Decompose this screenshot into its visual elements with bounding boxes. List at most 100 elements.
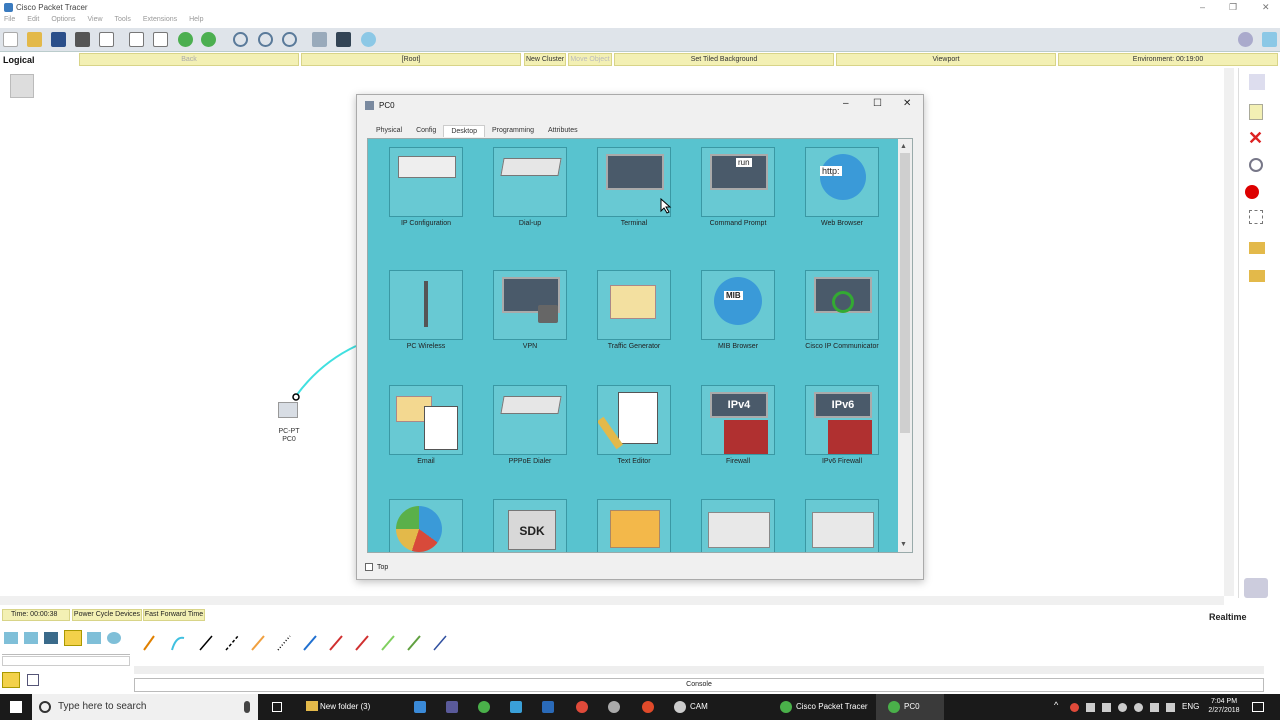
- packet-tracer-taskbar-icon[interactable]: [780, 701, 792, 713]
- menu-file[interactable]: File: [4, 16, 15, 28]
- tab-attributes[interactable]: Attributes: [541, 125, 585, 137]
- tab-physical[interactable]: Physical: [369, 125, 409, 137]
- viewport-button[interactable]: Viewport: [836, 53, 1056, 66]
- open-folder-icon[interactable]: [27, 32, 42, 47]
- inspect-icon[interactable]: [1249, 158, 1263, 172]
- menu-help[interactable]: Help: [189, 16, 203, 28]
- app-cisco-ip-communicator[interactable]: Cisco IP Communicator: [790, 270, 894, 351]
- menu-view[interactable]: View: [87, 16, 102, 28]
- menu-extensions[interactable]: Extensions: [143, 16, 177, 28]
- app-icon-1[interactable]: [414, 701, 426, 713]
- tray-icon-3[interactable]: [1102, 703, 1111, 712]
- new-file-icon[interactable]: [3, 32, 18, 47]
- app-file-manager[interactable]: [582, 499, 686, 552]
- tab-config[interactable]: Config: [409, 125, 443, 137]
- network-icon[interactable]: [1134, 703, 1143, 712]
- app-icon-4[interactable]: [510, 701, 522, 713]
- volume-icon[interactable]: [1150, 703, 1159, 712]
- taskbar-app-new-folder[interactable]: New folder (3): [320, 694, 370, 720]
- app-netflow[interactable]: [374, 499, 478, 552]
- zoom-in-icon[interactable]: [233, 32, 248, 47]
- set-tiled-background-button[interactable]: Set Tiled Background: [614, 53, 834, 66]
- app-command-prompt[interactable]: run Command Prompt: [686, 147, 790, 228]
- minimize-icon[interactable]: –: [1200, 2, 1205, 12]
- tab-programming[interactable]: Programming: [485, 125, 541, 137]
- app-traffic-generator[interactable]: Traffic Generator: [582, 270, 686, 351]
- misc-devices-icon[interactable]: [87, 632, 101, 644]
- tray-icon-4[interactable]: [1118, 703, 1127, 712]
- menu-edit[interactable]: Edit: [27, 16, 39, 28]
- device-search-field[interactable]: [2, 656, 130, 666]
- app-dial-up[interactable]: Dial-up: [478, 147, 582, 228]
- app-iot-monitor-2[interactable]: [790, 499, 894, 552]
- folder-app-icon[interactable]: [306, 701, 318, 711]
- power-cycle-devices-button[interactable]: Power Cycle Devices: [72, 609, 142, 621]
- canvas-vertical-scrollbar[interactable]: [1224, 68, 1234, 596]
- add-complex-pdu-icon[interactable]: [1249, 270, 1265, 282]
- connections-icon[interactable]: [64, 630, 82, 646]
- desktop-scrollbar[interactable]: ▲ ▼: [898, 139, 912, 552]
- app-ipv6-firewall[interactable]: IPv6 IPv6 Firewall: [790, 385, 894, 466]
- network-info-icon[interactable]: [361, 32, 376, 47]
- tab-desktop[interactable]: Desktop: [443, 125, 485, 137]
- app-sdk[interactable]: SDK: [478, 499, 582, 552]
- draw-shape-icon[interactable]: [1245, 185, 1259, 199]
- drawing-palette-icon[interactable]: [312, 32, 327, 47]
- tray-icon-1[interactable]: [1070, 703, 1079, 712]
- activity-wizard-icon[interactable]: [99, 32, 114, 47]
- taskbar-app-pc0[interactable]: PC0: [904, 694, 920, 720]
- app-iot-monitor[interactable]: [686, 499, 790, 552]
- custom-devices-icon[interactable]: [336, 32, 351, 47]
- app-web-browser[interactable]: http: Web Browser: [790, 147, 894, 228]
- add-simple-pdu-icon[interactable]: [1249, 242, 1265, 254]
- app-icon-6[interactable]: [642, 701, 654, 713]
- environment-button[interactable]: Environment: 00:19:00: [1058, 53, 1278, 66]
- menu-options[interactable]: Options: [51, 16, 75, 28]
- chrome-icon[interactable]: [576, 701, 588, 713]
- app-icon-5[interactable]: [542, 701, 554, 713]
- app-ip-configuration[interactable]: IP Configuration: [374, 147, 478, 228]
- grid-view-icon[interactable]: [27, 674, 39, 686]
- app-icon-2[interactable]: [446, 701, 458, 713]
- print-icon[interactable]: [75, 32, 90, 47]
- app-mib-browser[interactable]: MIB MIB Browser: [686, 270, 790, 351]
- new-cluster-button[interactable]: New Cluster: [524, 53, 566, 66]
- simulation-clock-icon[interactable]: [1244, 578, 1268, 598]
- taskbar-clock[interactable]: 7:04 PM 2/27/2018: [1204, 697, 1244, 715]
- move-object-button[interactable]: Move Object: [568, 53, 612, 66]
- network-devices-icon[interactable]: [4, 632, 18, 644]
- copy-icon[interactable]: [129, 32, 144, 47]
- console-tab[interactable]: Console: [134, 678, 1264, 692]
- restore-icon[interactable]: ❐: [1229, 2, 1237, 13]
- task-view-icon[interactable]: [272, 702, 282, 712]
- pc-device-icon[interactable]: [278, 402, 298, 418]
- device-list-scrollbar[interactable]: [134, 666, 1264, 674]
- select-tool-icon[interactable]: [1249, 74, 1265, 90]
- windows-start-icon[interactable]: [10, 701, 22, 713]
- back-button[interactable]: Back: [79, 53, 299, 66]
- save-icon[interactable]: [51, 32, 66, 47]
- zoom-out-icon[interactable]: [282, 32, 297, 47]
- help-info-icon[interactable]: [1238, 32, 1253, 47]
- app-vpn[interactable]: VPN: [478, 270, 582, 351]
- cisco-network-icon[interactable]: [1262, 32, 1277, 47]
- redo-icon[interactable]: [201, 32, 216, 47]
- taskbar-app-cam[interactable]: CAM: [690, 694, 708, 720]
- language-indicator[interactable]: ENG: [1182, 702, 1199, 711]
- cam-app-icon[interactable]: [674, 701, 686, 713]
- root-button[interactable]: [Root]: [301, 53, 521, 66]
- menu-tools[interactable]: Tools: [115, 16, 131, 28]
- note-tool-icon[interactable]: [1249, 104, 1263, 120]
- end-devices-icon[interactable]: [24, 632, 38, 644]
- components-icon[interactable]: [44, 632, 58, 644]
- undo-icon[interactable]: [178, 32, 193, 47]
- app-email[interactable]: Email: [374, 385, 478, 466]
- zoom-reset-icon[interactable]: [258, 32, 273, 47]
- realtime-mode-label[interactable]: Realtime: [1209, 612, 1247, 622]
- taskbar-search-box[interactable]: Type here to search: [32, 694, 258, 720]
- connection-type-icon[interactable]: [2, 672, 20, 688]
- canvas-horizontal-scrollbar[interactable]: [0, 596, 1224, 605]
- app-icon-3[interactable]: [478, 701, 490, 713]
- tray-overflow-icon[interactable]: ^: [1054, 700, 1058, 710]
- paste-icon[interactable]: [153, 32, 168, 47]
